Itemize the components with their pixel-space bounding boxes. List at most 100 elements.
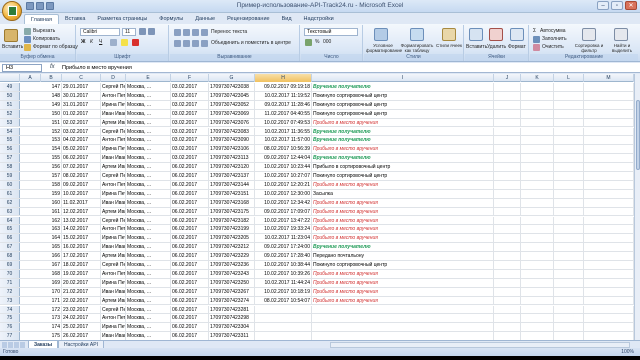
cell-col-c[interactable]: Антон Петров (101, 314, 126, 323)
cell-col-j[interactable] (521, 332, 554, 340)
cell-col-d[interactable]: Москва, ... (126, 207, 171, 216)
cell-col-j[interactable] (521, 225, 554, 234)
cut-button[interactable]: Вырезать (33, 28, 55, 34)
cell-col-j[interactable] (521, 109, 554, 118)
column-header-l[interactable]: L (554, 74, 584, 82)
cell-col-i[interactable] (494, 332, 521, 340)
cell-col-l[interactable] (584, 172, 634, 180)
cell-col-b[interactable]: 11.02.2017 (62, 198, 101, 207)
cell-col-c[interactable]: Сергей Петров (101, 127, 126, 136)
cell-col-g[interactable]: 10.02.2017 11:44:24 (255, 278, 312, 287)
cell-col-g[interactable] (255, 305, 312, 314)
cell-col-g[interactable]: 09.02.2017 17:09:07 (255, 207, 312, 216)
row-number[interactable]: 51 (0, 100, 20, 109)
row-number[interactable]: 69 (0, 261, 20, 269)
cell-col-k[interactable] (554, 91, 584, 100)
cell-col-k[interactable] (554, 252, 584, 260)
cell-col-e[interactable]: 03.02.2017 (171, 118, 209, 127)
number-format-select[interactable]: Текстовый (304, 28, 358, 36)
cell-col-l[interactable] (584, 234, 634, 243)
cell-col-b[interactable]: 24.02.2017 (62, 314, 101, 323)
cell-col-c[interactable]: Антон Петров (101, 269, 126, 278)
cell-col-e[interactable]: 03.02.2017 (171, 109, 209, 118)
cell-col-i[interactable] (494, 163, 521, 171)
cell-col-h[interactable]: Вручение получателю (312, 154, 494, 163)
cell-col-g[interactable] (255, 323, 312, 332)
row-number[interactable]: 65 (0, 225, 20, 234)
cell-col-k[interactable] (554, 305, 584, 314)
cell-col-d[interactable]: Москва, ... (126, 198, 171, 207)
tab-review[interactable]: Рецензирование (221, 14, 275, 24)
cell-col-g[interactable]: 10.02.2017 11:19:52 (255, 91, 312, 100)
cell-col-e[interactable]: 06.02.2017 (171, 305, 209, 314)
cell-col-l[interactable] (584, 118, 634, 127)
cell-styles-button[interactable]: Стили ячеек (436, 43, 462, 48)
cell-col-e[interactable]: 06.02.2017 (171, 243, 209, 252)
shrink-font-icon[interactable] (148, 28, 155, 35)
cell-col-i[interactable] (494, 189, 521, 198)
cell-col-i[interactable] (494, 109, 521, 118)
cell-col-a[interactable]: 152 (41, 127, 62, 136)
cell-col-g[interactable]: 10.02.2017 11:57:00 (255, 136, 312, 145)
cell-col-j[interactable] (521, 163, 554, 171)
cell-col-h[interactable]: Вручение получателю (312, 83, 494, 91)
cell-col-d[interactable]: Москва, ... (126, 261, 171, 269)
cut-icon[interactable] (24, 28, 31, 35)
cell-col-b[interactable]: 25.02.2017 (62, 323, 101, 332)
cell-col-c[interactable]: Сергей Петров (101, 216, 126, 225)
cell-col-l[interactable] (584, 83, 634, 91)
column-header-c[interactable]: C (62, 74, 101, 82)
row-number[interactable]: 57 (0, 154, 20, 163)
find-select-icon[interactable] (614, 28, 628, 41)
cell-col-h[interactable]: Вручение получателю (312, 127, 494, 136)
cell-col-j[interactable] (521, 91, 554, 100)
font-color-icon[interactable] (132, 39, 139, 46)
cell-col-l[interactable] (584, 261, 634, 269)
wrap-text-button[interactable]: Перенос текста (211, 29, 247, 35)
cell-col-e[interactable]: 06.02.2017 (171, 296, 209, 305)
insert-cells-button[interactable]: Вставить (466, 44, 487, 50)
sort-filter-button[interactable]: Сортировка и фильтр (574, 43, 604, 53)
cell-col-a[interactable]: 157 (41, 172, 62, 180)
cell-col-c[interactable]: Ирина Петрова (101, 323, 126, 332)
row-number[interactable]: 54 (0, 127, 20, 136)
cell-col-b[interactable]: 01.02.2017 (62, 109, 101, 118)
conditional-format-button[interactable]: Условное форматирование (366, 43, 402, 53)
find-select-button[interactable]: Найти и выделить (608, 43, 636, 53)
cell-col-j[interactable] (521, 234, 554, 243)
cell-col-c[interactable]: Артем Иванов (101, 207, 126, 216)
cell-col-g[interactable]: 09.02.2017 09:19:18 (255, 83, 312, 91)
cell-col-d[interactable]: Москва, ... (126, 180, 171, 189)
cell-col-b[interactable]: 04.02.2017 (62, 136, 101, 145)
cell-col-j[interactable] (521, 180, 554, 189)
cell-col-b[interactable]: 02.02.2017 (62, 118, 101, 127)
cell-col-b[interactable]: 23.02.2017 (62, 305, 101, 314)
cell-col-b[interactable]: 03.02.2017 (62, 127, 101, 136)
cell-col-k[interactable] (554, 234, 584, 243)
cell-col-e[interactable]: 03.02.2017 (171, 91, 209, 100)
row-number[interactable]: 71 (0, 278, 20, 287)
cell-col-a[interactable]: 156 (41, 163, 62, 171)
cell-col-h[interactable]: Покинуло сортировочный центр (312, 109, 494, 118)
cell-col-f[interactable]: 17097307423038 (209, 83, 255, 91)
close-button[interactable]: ✕ (625, 1, 637, 10)
tab-addins[interactable]: Надстройки (298, 14, 340, 24)
cell-col-k[interactable] (554, 287, 584, 296)
cell-col-l[interactable] (584, 198, 634, 207)
tab-insert[interactable]: Вставка (59, 14, 91, 24)
cell-col-f[interactable]: 17097307423083 (209, 127, 255, 136)
cell-col-a[interactable]: 165 (41, 243, 62, 252)
column-header-a[interactable]: A (20, 74, 41, 82)
cell-col-k[interactable] (554, 136, 584, 145)
cell-col-f[interactable]: 17097307423113 (209, 154, 255, 163)
cell-col-b[interactable]: 09.02.2017 (62, 180, 101, 189)
cell-col-e[interactable]: 06.02.2017 (171, 269, 209, 278)
cell-col-a[interactable]: 173 (41, 314, 62, 323)
cell-col-e[interactable]: 06.02.2017 (171, 225, 209, 234)
cell-col-d[interactable]: Москва, ... (126, 332, 171, 340)
cell-col-i[interactable] (494, 243, 521, 252)
zoom-level[interactable]: 100% (621, 348, 634, 356)
cell-col-h[interactable]: Прибыло в место вручения (312, 180, 494, 189)
cell-col-c[interactable]: Артем Иванов (101, 163, 126, 171)
cell-col-e[interactable]: 06.02.2017 (171, 216, 209, 225)
